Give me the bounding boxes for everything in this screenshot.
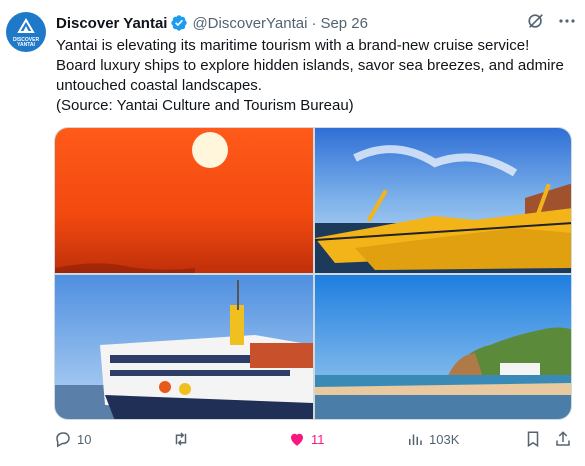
author-name[interactable]: Discover Yantai [56,15,167,32]
tweet-date[interactable]: Sep 26 [320,15,368,32]
heart-icon [291,433,303,446]
tweet-text-line: Yantai is elevating its maritime tourism… [56,37,530,54]
tweet-text-line: untouched coastal landscapes. [56,77,262,94]
action-bar: 10 11 103K [54,430,574,452]
retweet-button[interactable] [172,430,195,448]
logo-icon [17,18,35,33]
tweet-header: Discover Yantai @DiscoverYantai · Sep 26 [56,13,368,33]
verified-badge-icon[interactable] [170,14,188,32]
separator-dot: · [311,14,317,32]
retweet-icon [175,432,187,446]
more-options-icon[interactable] [557,12,577,30]
tweet-text: Yantai is elevating its maritime tourism… [56,36,578,116]
white-cruise-ship-photo[interactable] [55,275,313,419]
share-icon [556,431,570,446]
share-button[interactable] [554,430,572,448]
reply-count: 10 [77,431,92,447]
cruise-ships-photo[interactable] [315,128,571,273]
avatar-logo-text: DISCOVER YANTAI [12,37,40,48]
tweet-text-line: Board luxury ships to explore hidden isl… [56,57,564,74]
avatar[interactable]: DISCOVER YANTAI [6,12,46,52]
like-button[interactable]: 11 [288,430,325,448]
grok-icon[interactable] [527,12,545,30]
analytics-icon [409,434,422,445]
coastal-island-photo[interactable] [315,275,571,419]
media-grid [54,127,572,420]
reply-button[interactable]: 10 [54,430,91,448]
bookmark-icon [527,431,539,448]
tweet-text-line: (Source: Yantai Culture and Tourism Bure… [56,97,354,114]
author-handle[interactable]: @DiscoverYantai [192,15,307,32]
view-count: 103K [429,431,460,447]
sunset-photo[interactable] [55,128,313,273]
like-count: 11 [311,431,325,447]
reply-icon [56,432,70,448]
top-right-icons [527,12,577,30]
views-button[interactable]: 103K [406,430,459,448]
bookmark-button[interactable] [524,430,542,448]
